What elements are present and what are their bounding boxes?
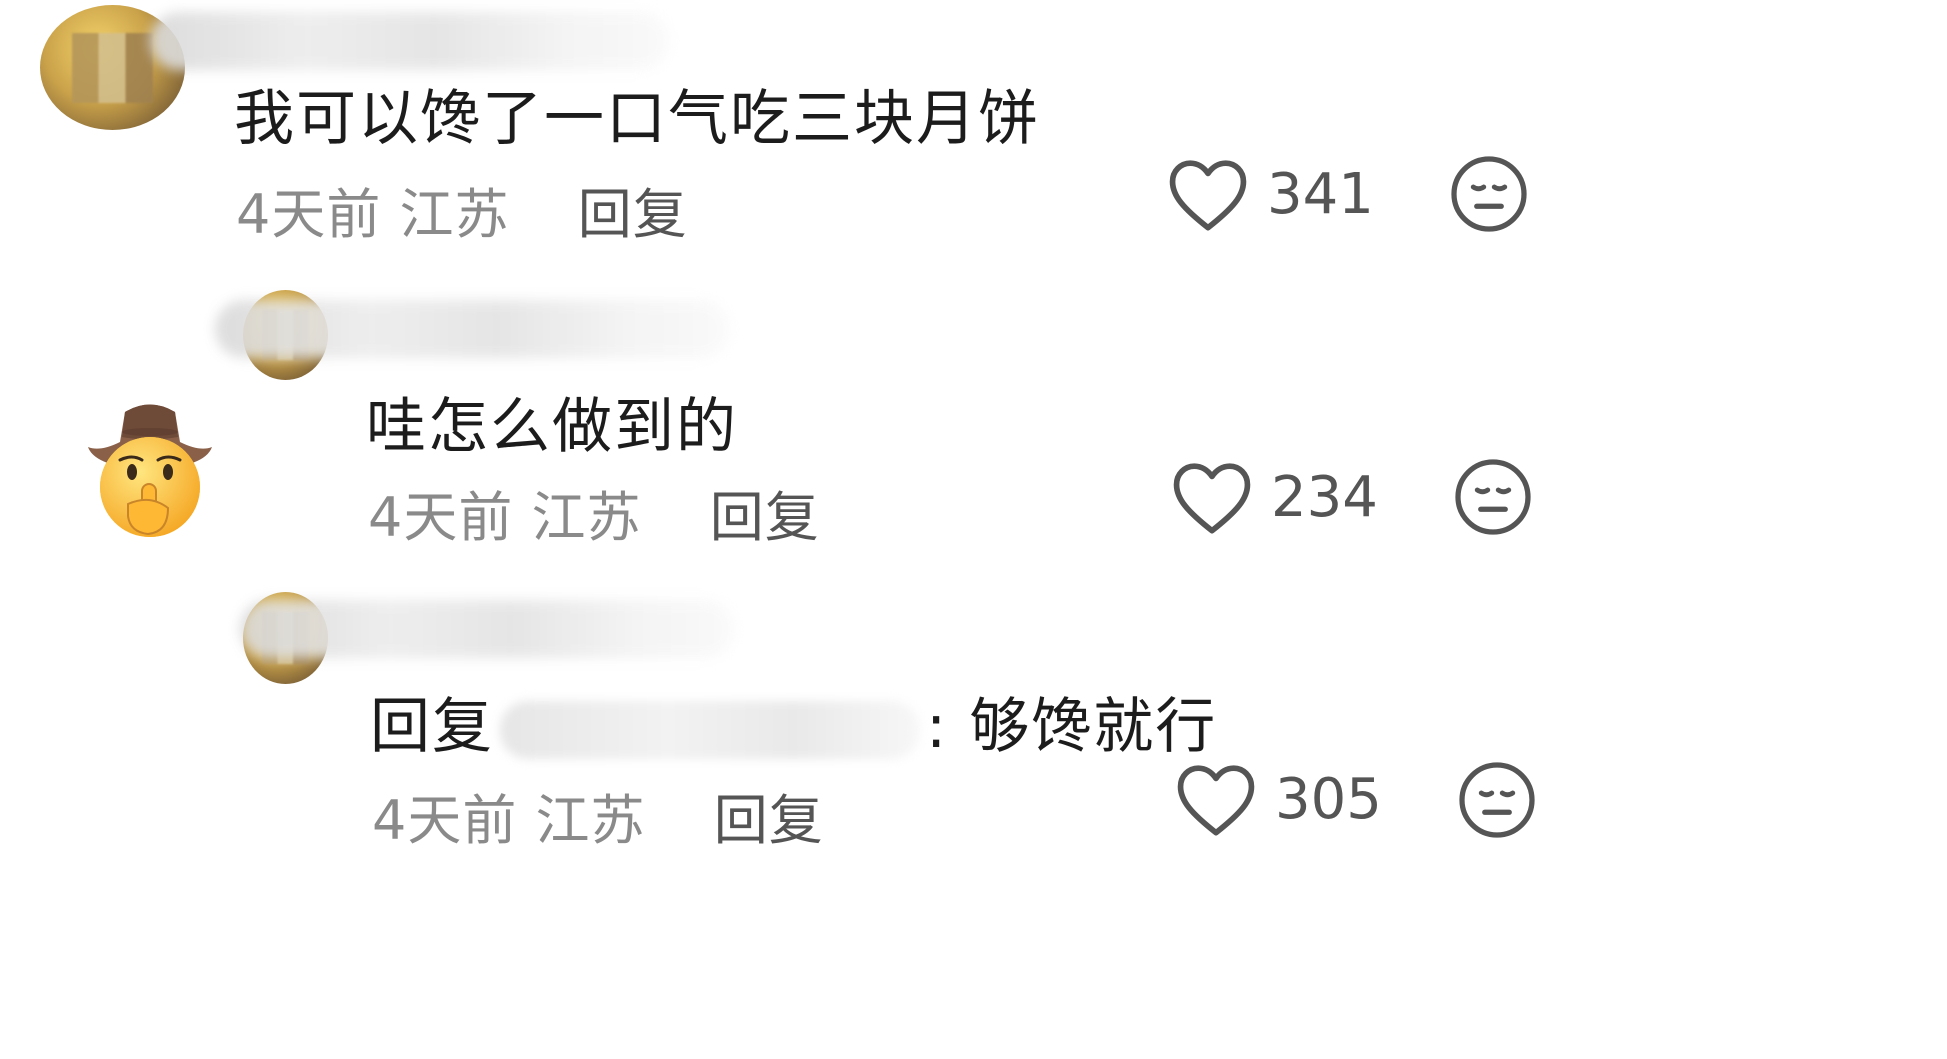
like-count: 234	[1271, 464, 1378, 530]
mentioned-user-blurred[interactable]	[500, 701, 920, 760]
like-button[interactable]: 234	[1169, 458, 1378, 536]
reply-button[interactable]: 回复	[578, 183, 688, 246]
like-button[interactable]: 305	[1173, 760, 1382, 838]
comment-time: 4天前	[372, 789, 518, 852]
comment-location: 江苏	[399, 183, 510, 246]
like-count: 305	[1275, 766, 1382, 832]
reply-prefix: 回复	[370, 692, 494, 762]
like-count: 341	[1267, 161, 1374, 227]
username-blurred[interactable]	[150, 12, 670, 70]
comment-text: 回复 : 够馋就行	[370, 678, 1217, 765]
comment-text: 哇怎么做到的	[366, 392, 738, 462]
comment-text: 我可以馋了一口气吃三块月饼	[234, 84, 1040, 154]
cowboy-shushing-emoji	[88, 404, 212, 537]
like-button[interactable]: 341	[1165, 155, 1374, 233]
neutral-face-icon[interactable]	[1455, 758, 1539, 842]
comment-meta: 4天前 江苏 回复	[372, 776, 824, 855]
comment-meta: 4天前 江苏 回复	[236, 170, 688, 249]
heart-outline-icon	[1173, 463, 1251, 534]
reply-button[interactable]: 回复	[710, 486, 820, 549]
username-blurred[interactable]	[240, 600, 735, 658]
comment-location: 江苏	[531, 486, 642, 549]
heart-outline-icon	[1177, 765, 1255, 836]
username-blurred[interactable]	[215, 300, 730, 358]
comment-time: 4天前	[236, 183, 382, 246]
comment-thread: 我可以馋了一口气吃三块月饼 4天前 江苏 回复 341 哇怎么做到的 4天前 江…	[0, 0, 1947, 1059]
comment-meta: 4天前 江苏 回复	[368, 473, 820, 552]
comment-location: 江苏	[535, 789, 646, 852]
neutral-face-icon[interactable]	[1451, 455, 1535, 539]
heart-outline-icon	[1169, 160, 1247, 231]
neutral-face-icon[interactable]	[1447, 152, 1531, 236]
reply-button[interactable]: 回复	[714, 789, 824, 852]
comment-body: : 够馋就行	[926, 692, 1218, 762]
comment-time: 4天前	[368, 486, 514, 549]
